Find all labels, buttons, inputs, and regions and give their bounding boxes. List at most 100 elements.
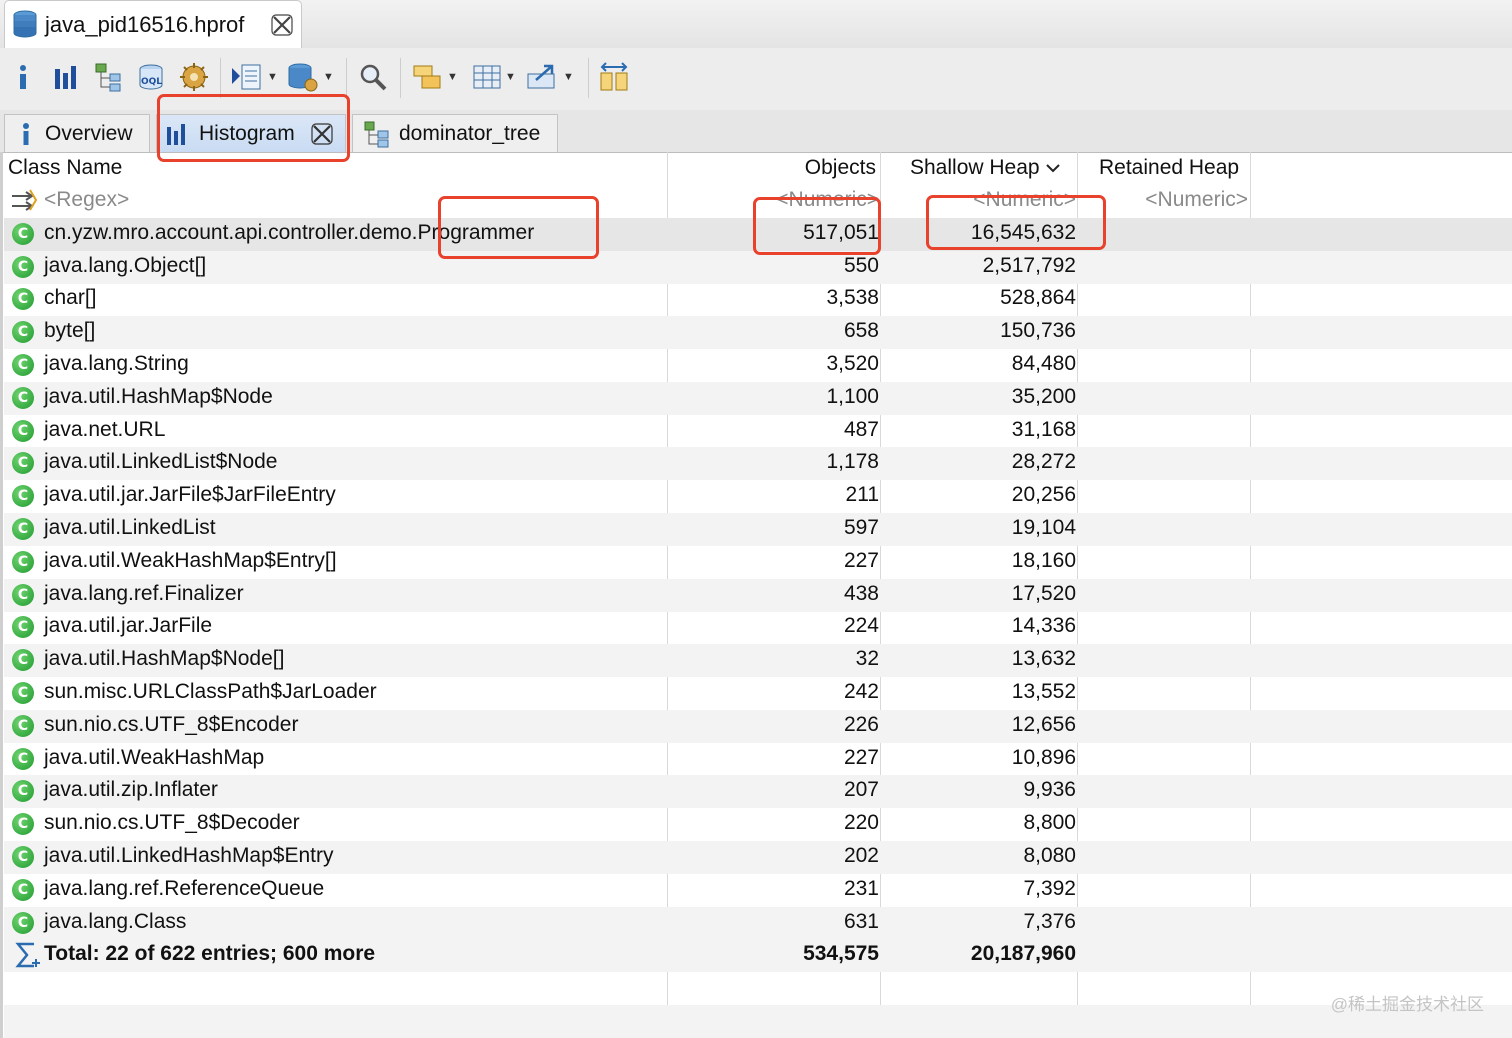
table-row[interactable]: Csun.misc.URLClassPath$JarLoader 242 13,55… [4, 677, 1512, 710]
table-row[interactable]: Cjava.util.HashMap$Node[] 32 13,632 [4, 644, 1512, 678]
table-row[interactable]: Cjava.lang.ref.ReferenceQueue 231 7,392 [4, 874, 1512, 907]
objects-cell: 207 [843, 778, 879, 802]
table-row[interactable]: Cjava.lang.Class 631 7,376 [4, 906, 1512, 940]
tab-label: dominator_tree [399, 121, 541, 145]
info-icon[interactable] [14, 60, 32, 94]
tab-label: Overview [45, 121, 133, 145]
shallow-heap-cell: 19,104 [1011, 516, 1076, 539]
heap-dump-overview-icon[interactable] [178, 60, 210, 94]
objects-cell: 1,178 [826, 450, 879, 474]
class-icon: C [12, 518, 34, 540]
class-name-cell: byte[] [44, 319, 96, 343]
calculate-heap-icon[interactable]: ▼ [472, 60, 516, 94]
table-row[interactable]: Cjava.lang.String 3,520 84,480 [4, 349, 1512, 382]
column-header-shallow-heap[interactable]: Shallow Heap [910, 156, 1061, 180]
table-row[interactable]: Cjava.util.WeakHashMap 227 10,896 [4, 743, 1512, 776]
heap-dump-icon [11, 9, 39, 46]
filter-objects-input[interactable]: <Numeric> [776, 188, 879, 212]
class-icon: C [12, 583, 34, 606]
objects-cell: 438 [843, 581, 879, 605]
class-icon: C [12, 747, 34, 770]
class-name-cell: java.util.LinkedHashMap$Entry [44, 844, 334, 867]
svg-text:OQL: OQL [141, 77, 162, 87]
table-row[interactable]: Csun.nio.cs.UTF_8$Encoder 226 12,656 [4, 709, 1512, 743]
filter-icon [10, 188, 40, 221]
close-icon[interactable] [271, 14, 293, 41]
shallow-heap-cell: 9,936 [1023, 778, 1076, 802]
filter-retained-input[interactable]: <Numeric> [1145, 188, 1248, 212]
shallow-heap-cell: 18,160 [1011, 548, 1076, 572]
total-row: Total: 22 of 622 entries; 600 more 534,57… [4, 939, 1512, 973]
dominator-tree-icon[interactable] [94, 60, 124, 94]
objects-cell: 242 [843, 680, 879, 703]
filter-row[interactable]: <Regex> <Numeric> <Numeric> <Numeric> [4, 185, 1512, 218]
table-row[interactable]: Cbyte[] 658 150,736 [4, 316, 1512, 350]
close-icon [311, 122, 333, 145]
class-icon: C [12, 419, 34, 442]
table-row[interactable]: Ccn.yzw.mro.account.api.controller.demo.… [4, 217, 1512, 251]
class-icon: C [12, 288, 34, 311]
class-icon: C [12, 485, 34, 508]
table-row[interactable]: Cjava.util.LinkedList$Node 1,178 28,272 [4, 447, 1512, 481]
objects-cell: 517,051 [803, 220, 879, 244]
table-row[interactable]: Cjava.util.jar.JarFile 224 14,336 [4, 611, 1512, 644]
class-icon: C [12, 780, 34, 803]
empty-row [4, 1005, 1512, 1038]
tab-overview[interactable]: Overview [4, 114, 150, 152]
column-header-class-name[interactable]: Class Name [8, 156, 122, 180]
class-name-cell: sun.nio.cs.UTF_8$Encoder [44, 712, 299, 736]
info-icon [23, 122, 29, 145]
table-row[interactable]: Cjava.util.zip.Inflater 207 9,936 [4, 775, 1512, 809]
filter-regex-input[interactable]: <Regex> [44, 188, 129, 212]
column-header-retained-heap[interactable]: Retained Heap [1099, 156, 1239, 180]
class-name-cell: java.util.jar.JarFile [44, 614, 213, 638]
query-browser-icon[interactable]: ▼ [230, 60, 278, 94]
table-row[interactable]: Cjava.util.LinkedHashMap$Entry 202 8,080 [4, 841, 1512, 874]
watermark: @稀土掘金技术社区 [1330, 995, 1484, 1014]
group-by-icon[interactable]: ▼ [412, 60, 458, 94]
class-name-cell: java.util.WeakHashMap$Entry[] [44, 548, 337, 572]
objects-cell: 226 [843, 712, 879, 736]
shallow-heap-cell: 31,168 [1011, 417, 1076, 441]
class-icon: C [12, 813, 34, 836]
filter-shallow-input[interactable]: <Numeric> [973, 188, 1076, 212]
shallow-heap-cell: 17,520 [1011, 581, 1076, 605]
histogram-icon[interactable] [52, 60, 80, 94]
oql-icon[interactable]: OQL [136, 60, 166, 94]
column-header-objects[interactable]: Objects [805, 156, 876, 180]
editor-tab[interactable]: java_pid16516.hprof [4, 0, 302, 48]
class-name-cell: java.lang.ref.ReferenceQueue [44, 876, 325, 900]
table-row[interactable]: Cjava.util.HashMap$Node 1,100 35,200 [4, 381, 1512, 415]
histogram-icon [167, 123, 185, 145]
editor-tab-bar: java_pid16516.hprof [0, 0, 1512, 49]
class-name-cell: java.lang.Class [44, 909, 187, 933]
shallow-heap-cell: 528,864 [1000, 286, 1076, 310]
table-row[interactable]: Csun.nio.cs.UTF_8$Decoder 220 8,800 [4, 808, 1512, 841]
objects-cell: 550 [843, 253, 879, 277]
objects-cell: 224 [843, 614, 879, 638]
class-icon: C [12, 550, 34, 573]
tab-dominator-tree[interactable]: dominator_tree [352, 114, 558, 152]
shallow-heap-cell: 16,545,632 [970, 220, 1076, 244]
export-icon[interactable]: ▼ [526, 60, 574, 94]
table-row[interactable]: Cjava.net.URL 487 31,168 [4, 415, 1512, 448]
compare-icon[interactable] [598, 60, 630, 94]
shallow-heap-cell: 8,800 [1023, 811, 1076, 835]
table-row[interactable]: Cjava.lang.Object[] 550 2,517,792 [4, 250, 1512, 284]
find-object-icon[interactable]: ▼ [286, 60, 334, 94]
editor-tab-title: java_pid16516.hprof [45, 12, 245, 37]
table-row[interactable]: Cchar[] 3,538 528,864 [4, 283, 1512, 316]
shallow-heap-cell: 12,656 [1011, 712, 1076, 736]
objects-cell: 3,538 [826, 286, 879, 310]
table-row[interactable]: Cjava.util.WeakHashMap$Entry[] 227 18,160 [4, 546, 1512, 579]
objects-cell: 227 [843, 745, 879, 769]
search-icon[interactable] [358, 60, 388, 94]
class-name-cell: cn.yzw.mro.account.api.controller.demo.P… [44, 220, 535, 244]
class-name-cell: java.lang.ref.Finalizer [44, 581, 244, 605]
table-row[interactable]: Cjava.util.LinkedList 597 19,104 [4, 513, 1512, 546]
tab-histogram[interactable]: Histogram [156, 114, 346, 152]
table-row[interactable]: Cjava.util.jar.JarFile$JarFileEntry 211 20… [4, 480, 1512, 513]
dominator-tree-icon [364, 121, 389, 147]
objects-cell: 487 [843, 417, 879, 441]
table-row[interactable]: Cjava.lang.ref.Finalizer 438 17,520 [4, 578, 1512, 612]
